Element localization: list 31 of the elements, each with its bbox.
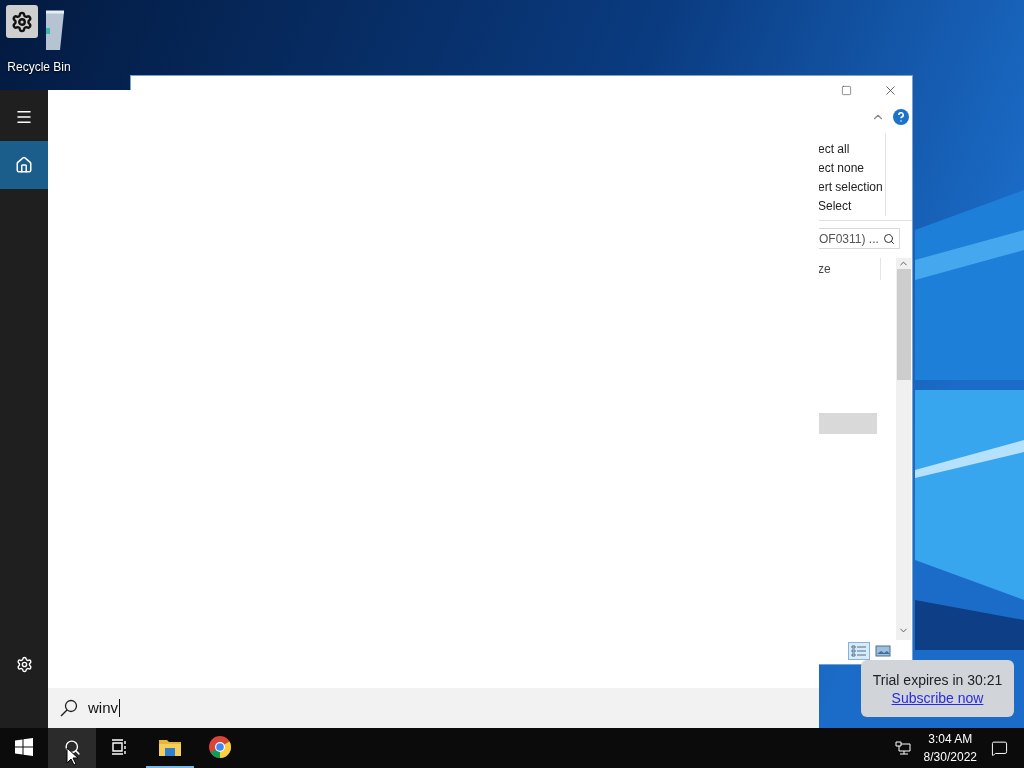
network-icon[interactable]: [894, 741, 911, 755]
search-button[interactable]: [48, 728, 96, 768]
settings-icon: [15, 655, 33, 673]
scrollbar[interactable]: [896, 258, 911, 640]
search-field[interactable]: winv: [48, 688, 819, 728]
cursor-icon: [66, 747, 78, 766]
ribbon-command[interactable]: ert selection: [818, 177, 885, 197]
gear-icon: [11, 10, 33, 33]
search-icon: [63, 738, 81, 756]
clock[interactable]: 3:04 AM 8/30/2022: [917, 730, 983, 766]
help-icon[interactable]: [893, 108, 909, 125]
menu-icon: [15, 108, 33, 126]
task-view-icon: [111, 739, 129, 755]
search-icon: [60, 699, 78, 717]
chrome-icon: [209, 736, 231, 758]
home-icon: [15, 156, 33, 174]
ribbon-command[interactable]: ect none: [818, 158, 885, 178]
windows-logo-icon: [15, 738, 33, 756]
toast-message: Trial expires in 30:21: [872, 671, 1003, 688]
ribbon-command[interactable]: ect all: [818, 139, 885, 159]
gear-tile[interactable]: [6, 5, 38, 38]
folder-icon: [159, 738, 181, 756]
ribbon-command[interactable]: Select: [818, 196, 885, 216]
home-button[interactable]: [0, 141, 48, 189]
subscribe-link[interactable]: Subscribe now: [891, 689, 984, 706]
notification-icon[interactable]: [991, 739, 1008, 757]
thumbnail-view-button[interactable]: [872, 642, 894, 660]
details-view-button[interactable]: [848, 642, 870, 660]
search-icon: [883, 232, 895, 245]
maximize-icon: [840, 84, 852, 96]
desktop-icon-label[interactable]: Recycle Bin: [7, 60, 71, 74]
